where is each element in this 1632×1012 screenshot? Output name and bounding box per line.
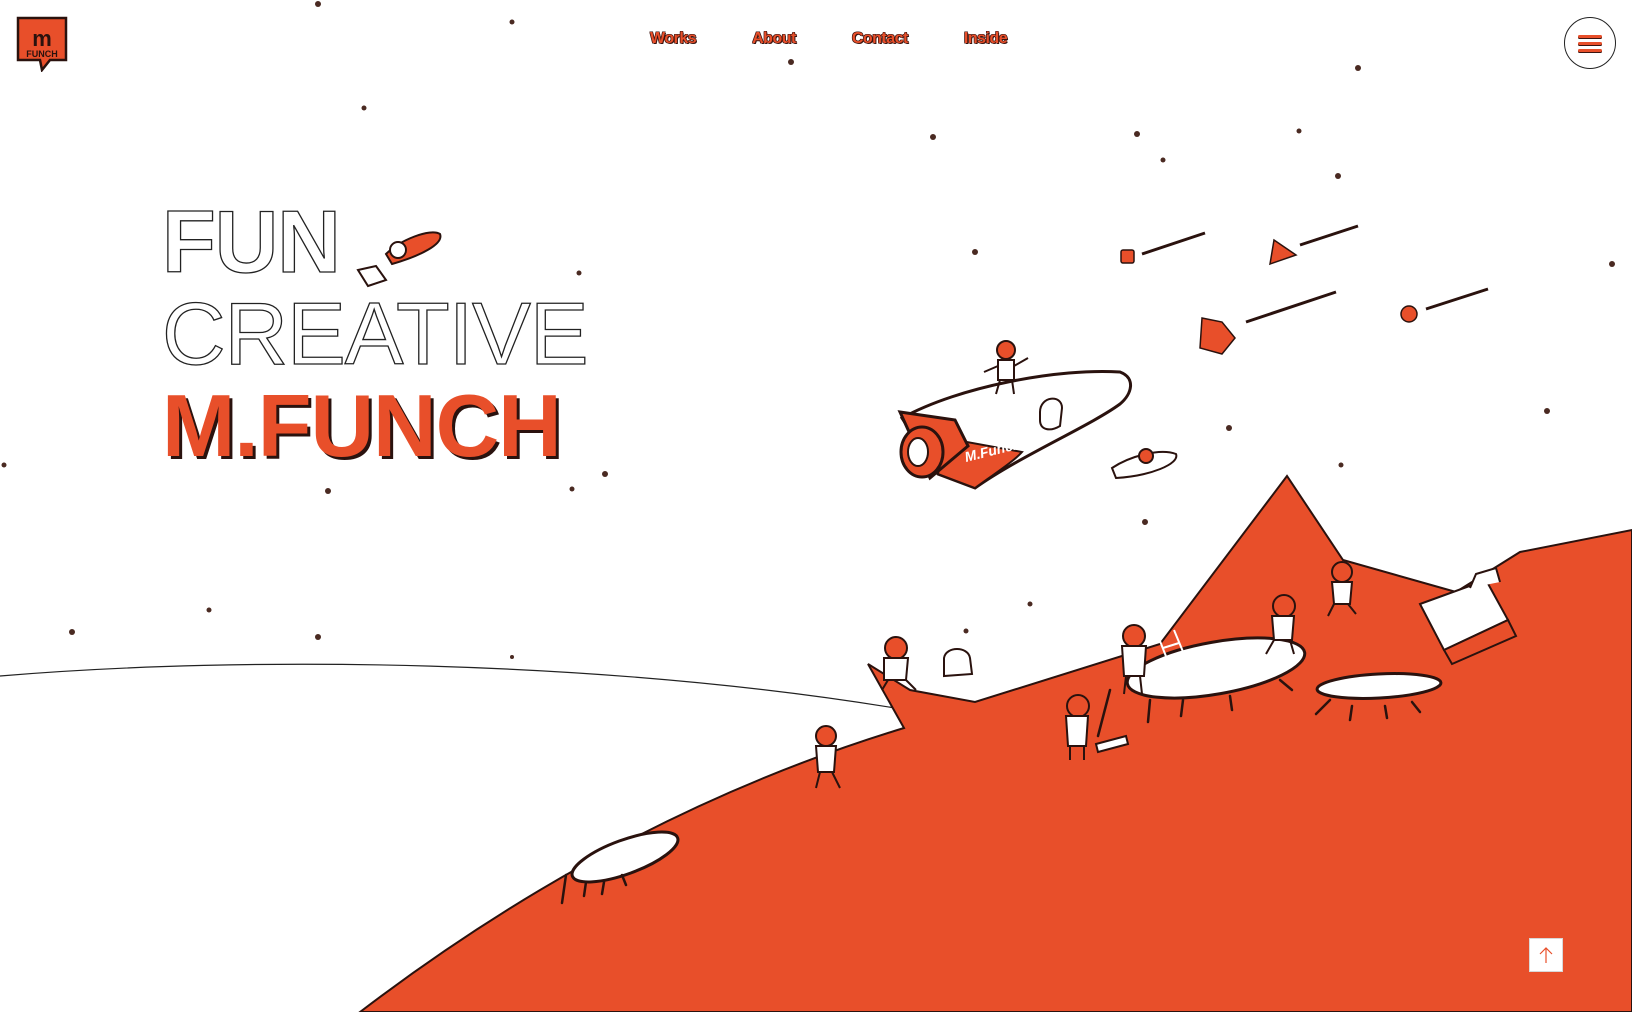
- hamburger-icon: [1578, 31, 1602, 56]
- nav-contact[interactable]: Contact: [852, 30, 909, 48]
- hero-line-creative: CREATIVE: [161, 284, 589, 383]
- nav-works[interactable]: Works: [650, 30, 697, 48]
- main-nav: Works About Contact Inside: [650, 30, 1008, 48]
- hero-line-brand: M.FUNCH: [162, 376, 562, 475]
- hero-line-fun: FUN: [161, 192, 341, 291]
- arrow-up-icon: [1539, 947, 1553, 963]
- space-illustration: M.Funch: [0, 1, 1632, 1012]
- back-to-top-button[interactable]: [1529, 938, 1563, 972]
- hero-heading: FUN CREATIVE M.FUNCH: [161, 192, 589, 475]
- funch-logo[interactable]: m FUNCH: [16, 16, 68, 73]
- logo-text: FUNCH: [26, 49, 58, 59]
- svg-text:m: m: [32, 26, 52, 51]
- menu-button[interactable]: [1564, 17, 1616, 69]
- nav-inside[interactable]: Inside: [964, 30, 1008, 48]
- rocket-illustration: M.Funch: [897, 370, 1132, 490]
- flying-shapes: [1120, 224, 1489, 355]
- nav-about[interactable]: About: [752, 30, 796, 48]
- planet-surface: [358, 474, 1632, 1012]
